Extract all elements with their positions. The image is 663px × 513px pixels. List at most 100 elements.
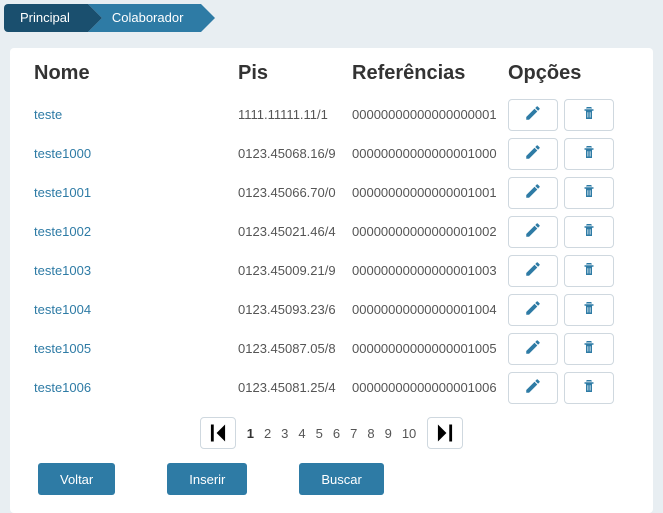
pencil-icon: [524, 182, 542, 203]
pager-page-4[interactable]: 4: [293, 426, 310, 441]
row-options: [508, 333, 620, 365]
edit-button[interactable]: [508, 216, 558, 248]
row-ref: 00000000000000001000: [352, 146, 508, 161]
pager-first-button[interactable]: [200, 417, 236, 449]
row-ref: 00000000000000001005: [352, 341, 508, 356]
row-nome-link[interactable]: teste1005: [34, 341, 238, 356]
last-page-icon: [428, 416, 462, 450]
edit-button[interactable]: [508, 138, 558, 170]
back-button[interactable]: Voltar: [38, 463, 115, 495]
row-options: [508, 255, 620, 287]
header-opt: Opções: [508, 62, 618, 85]
pencil-icon: [524, 377, 542, 398]
row-ref: 00000000000000001001: [352, 185, 508, 200]
table-header: Nome Pis Referências Opções: [34, 62, 629, 95]
main-panel: Nome Pis Referências Opções teste1111.11…: [10, 48, 653, 513]
row-options: [508, 294, 620, 326]
edit-button[interactable]: [508, 372, 558, 404]
pager-page-6[interactable]: 6: [328, 426, 345, 441]
table-row: teste10020123.45021.46/40000000000000000…: [34, 212, 629, 251]
row-options: [508, 138, 620, 170]
breadcrumb: Principal Colaborador: [0, 0, 663, 32]
row-nome-link[interactable]: teste1003: [34, 263, 238, 278]
pager-page-5[interactable]: 5: [311, 426, 328, 441]
row-pis: 0123.45093.23/6: [238, 302, 352, 317]
edit-button[interactable]: [508, 255, 558, 287]
pager: 12345678910: [34, 417, 629, 449]
header-ref: Referências: [352, 62, 508, 85]
header-nome: Nome: [34, 62, 238, 85]
breadcrumb-home-label: Principal: [20, 10, 70, 25]
row-pis: 0123.45021.46/4: [238, 224, 352, 239]
pager-numbers: 12345678910: [242, 426, 422, 441]
chevron-right-icon: [88, 4, 102, 32]
edit-button[interactable]: [508, 294, 558, 326]
row-nome-link[interactable]: teste1001: [34, 185, 238, 200]
table-row: teste10040123.45093.23/60000000000000000…: [34, 290, 629, 329]
chevron-right-icon: [201, 4, 215, 32]
row-pis: 0123.45009.21/9: [238, 263, 352, 278]
table-row: teste10000123.45068.16/90000000000000000…: [34, 134, 629, 173]
row-pis: 0123.45081.25/4: [238, 380, 352, 395]
delete-button[interactable]: [564, 294, 614, 326]
pager-page-1[interactable]: 1: [242, 426, 259, 441]
row-nome-link[interactable]: teste1000: [34, 146, 238, 161]
pager-page-7[interactable]: 7: [345, 426, 362, 441]
pager-page-3[interactable]: 3: [276, 426, 293, 441]
table-row: teste10010123.45066.70/00000000000000000…: [34, 173, 629, 212]
delete-button[interactable]: [564, 333, 614, 365]
row-ref: 00000000000000001003: [352, 263, 508, 278]
row-ref: 00000000000000001004: [352, 302, 508, 317]
insert-button[interactable]: Inserir: [167, 463, 247, 495]
row-ref: 00000000000000001002: [352, 224, 508, 239]
header-pis: Pis: [238, 62, 352, 85]
breadcrumb-current[interactable]: Colaborador: [88, 4, 202, 32]
breadcrumb-current-label: Colaborador: [112, 10, 184, 25]
delete-button[interactable]: [564, 372, 614, 404]
breadcrumb-home[interactable]: Principal: [4, 4, 88, 32]
pager-last-button[interactable]: [427, 417, 463, 449]
delete-button[interactable]: [564, 177, 614, 209]
pager-page-10[interactable]: 10: [397, 426, 421, 441]
pager-page-9[interactable]: 9: [380, 426, 397, 441]
trash-icon: [580, 299, 598, 320]
row-options: [508, 99, 620, 131]
pencil-icon: [524, 338, 542, 359]
row-pis: 0123.45087.05/8: [238, 341, 352, 356]
trash-icon: [580, 104, 598, 125]
pencil-icon: [524, 260, 542, 281]
trash-icon: [580, 143, 598, 164]
delete-button[interactable]: [564, 255, 614, 287]
first-page-icon: [201, 416, 235, 450]
row-options: [508, 372, 620, 404]
row-nome-link[interactable]: teste1006: [34, 380, 238, 395]
trash-icon: [580, 221, 598, 242]
pencil-icon: [524, 221, 542, 242]
row-pis: 1111.11111.11/1: [238, 107, 352, 122]
trash-icon: [580, 377, 598, 398]
table-body: teste1111.11111.11/100000000000000000001…: [34, 95, 629, 407]
delete-button[interactable]: [564, 99, 614, 131]
delete-button[interactable]: [564, 216, 614, 248]
table-row: teste10030123.45009.21/90000000000000000…: [34, 251, 629, 290]
row-options: [508, 177, 620, 209]
table-row: teste1111.11111.11/100000000000000000001: [34, 95, 629, 134]
search-button[interactable]: Buscar: [299, 463, 383, 495]
table-row: teste10060123.45081.25/40000000000000000…: [34, 368, 629, 407]
action-bar: Voltar Inserir Buscar: [34, 463, 629, 495]
trash-icon: [580, 260, 598, 281]
pencil-icon: [524, 143, 542, 164]
row-nome-link[interactable]: teste1004: [34, 302, 238, 317]
edit-button[interactable]: [508, 333, 558, 365]
pager-page-2[interactable]: 2: [259, 426, 276, 441]
edit-button[interactable]: [508, 177, 558, 209]
row-nome-link[interactable]: teste1002: [34, 224, 238, 239]
trash-icon: [580, 338, 598, 359]
edit-button[interactable]: [508, 99, 558, 131]
row-nome-link[interactable]: teste: [34, 107, 238, 122]
row-ref: 00000000000000001006: [352, 380, 508, 395]
pager-page-8[interactable]: 8: [362, 426, 379, 441]
row-pis: 0123.45066.70/0: [238, 185, 352, 200]
delete-button[interactable]: [564, 138, 614, 170]
row-options: [508, 216, 620, 248]
